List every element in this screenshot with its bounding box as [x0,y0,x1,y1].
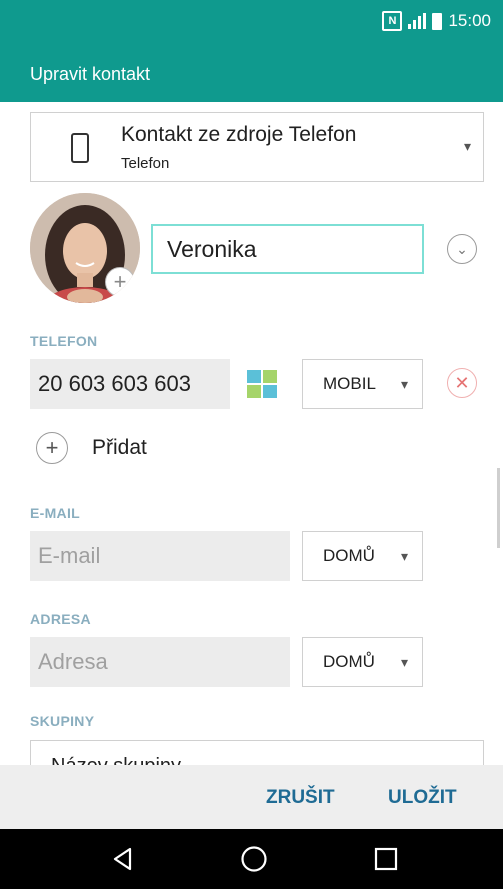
save-button[interactable]: ULOŽIT [388,787,457,809]
name-input[interactable]: Veronika [151,224,424,274]
battery-icon [432,12,443,30]
dropdown-caret-icon: ▾ [463,138,471,154]
expand-name-button[interactable]: ⌄ [447,234,477,264]
recent-apps-icon[interactable] [374,847,398,871]
page-title: Upravit kontakt [30,64,151,84]
scrollbar[interactable] [497,468,500,548]
close-icon: ✕ [454,373,470,393]
back-icon[interactable] [111,847,135,871]
plus-icon: + [45,435,59,460]
contact-photo[interactable]: + [30,193,140,303]
address-type-value: DOMŮ [323,652,375,671]
add-phone-button[interactable]: + [36,432,68,464]
action-bar: ZRUŠIT ULOŽIT [0,765,503,829]
address-input[interactable]: Adresa [30,637,290,687]
address-type-dropdown[interactable]: DOMŮ ▾ [302,637,423,687]
groups-section-label: SKUPINY [30,713,95,729]
sim-icon [247,370,277,398]
status-time: 15:00 [448,11,491,30]
home-icon[interactable] [240,845,268,873]
phone-number-input[interactable]: 20 603 603 603 [30,359,230,409]
address-section-label: ADRESA [30,611,91,627]
navigation-bar [0,829,503,889]
phone-type-dropdown[interactable]: MOBIL ▾ [302,359,423,409]
dropdown-caret-icon: ▾ [400,547,408,564]
phone-section-label: TELEFON [30,333,98,349]
chevron-down-icon: ⌄ [456,241,468,257]
dropdown-caret-icon: ▾ [400,375,408,392]
add-photo-icon[interactable]: + [105,267,135,297]
phone-type-value: MOBIL [323,374,376,393]
email-section-label: E-MAIL [30,505,81,521]
email-input[interactable]: E-mail [30,531,290,581]
email-type-value: DOMŮ [323,546,375,565]
app-bar: Upravit kontakt [0,44,503,102]
status-bar: N 15:00 [0,0,503,44]
email-type-dropdown[interactable]: DOMŮ ▾ [302,531,423,581]
cancel-button[interactable]: ZRUŠIT [266,787,335,809]
nfc-icon: N [382,11,403,31]
signal-icon [408,13,427,29]
add-phone-label[interactable]: Přidat [92,436,147,460]
dropdown-caret-icon: ▾ [400,653,408,670]
status-icons: N 15:00 [382,11,491,31]
sim-grid-icon[interactable] [246,369,278,399]
account-source-subtitle: Telefon [121,155,170,172]
account-source-title: Kontakt ze zdroje Telefon [121,123,357,146]
account-source-selector[interactable]: Kontakt ze zdroje Telefon Telefon ▾ [30,112,484,182]
phone-device-icon [71,133,89,163]
remove-phone-button[interactable]: ✕ [447,368,477,398]
